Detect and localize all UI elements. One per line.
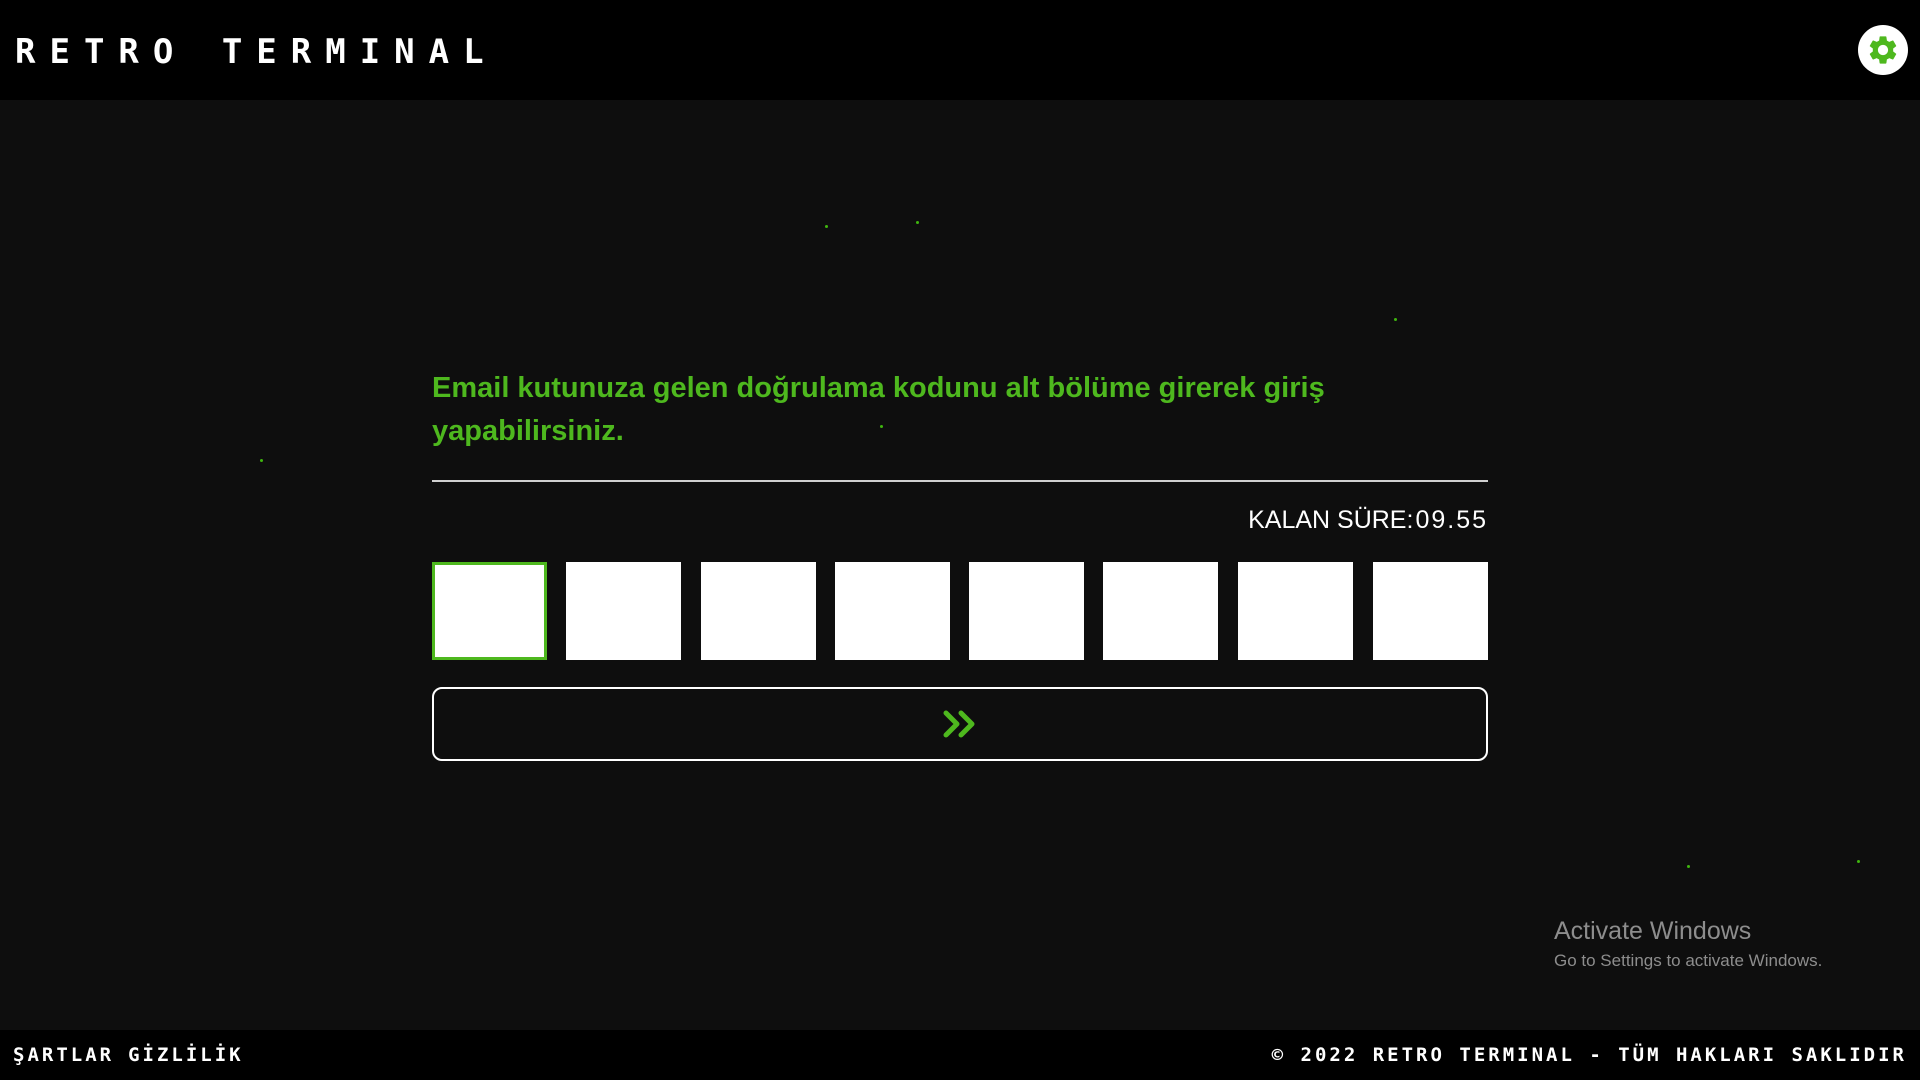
privacy-link[interactable]: GİZLİLİK — [128, 1044, 244, 1066]
code-input-2[interactable] — [566, 562, 681, 660]
timer-value: 09.55 — [1415, 506, 1488, 534]
code-input-6[interactable] — [1103, 562, 1218, 660]
verification-panel: Email kutunuza gelen doğrulama kodunu al… — [432, 367, 1488, 761]
copyright-text: © 2022 RETRO TERMINAL - TÜM HAKLARI SAKL… — [1271, 1044, 1907, 1066]
windows-activation-watermark: Activate Windows Go to Settings to activ… — [1554, 915, 1822, 973]
terms-link[interactable]: ŞARTLAR — [13, 1044, 114, 1066]
footer-links: ŞARTLAR GİZLİLİK — [13, 1043, 258, 1067]
top-bar: RETRO TERMINAL — [0, 0, 1920, 100]
double-chevron-right-icon — [943, 710, 975, 738]
code-input-5[interactable] — [969, 562, 1084, 660]
code-input-7[interactable] — [1238, 562, 1353, 660]
code-input-3[interactable] — [701, 562, 816, 660]
code-input-4[interactable] — [835, 562, 950, 660]
divider — [432, 480, 1488, 482]
settings-button[interactable] — [1858, 25, 1908, 75]
countdown-timer: KALAN SÜRE:09.55 — [1248, 504, 1488, 536]
watermark-title: Activate Windows — [1554, 917, 1752, 945]
footer: ŞARTLAR GİZLİLİK © 2022 RETRO TERMINAL - … — [0, 1030, 1920, 1080]
particle — [1687, 865, 1690, 868]
particle — [1394, 318, 1397, 321]
particle — [1857, 860, 1860, 863]
particle — [825, 225, 828, 228]
watermark-subtitle: Go to Settings to activate Windows. — [1554, 951, 1823, 970]
brand-title: RETRO TERMINAL — [15, 32, 498, 72]
verification-message: Email kutunuza gelen doğrulama kodunu al… — [432, 372, 1325, 447]
code-input-8[interactable] — [1373, 562, 1488, 660]
particle — [260, 459, 263, 462]
code-input-group — [432, 562, 1488, 662]
timer-label: KALAN SÜRE: — [1248, 506, 1414, 534]
code-input-1[interactable] — [432, 562, 547, 660]
particle — [916, 221, 919, 224]
gear-icon — [1869, 36, 1897, 64]
submit-button[interactable] — [432, 687, 1488, 761]
